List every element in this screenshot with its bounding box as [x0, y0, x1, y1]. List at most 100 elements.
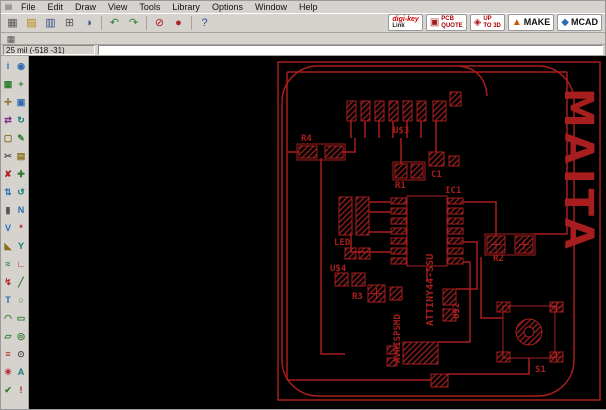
split-tool[interactable]: Y	[15, 238, 27, 253]
undo-icon[interactable]: ↶	[106, 14, 123, 31]
auto-tool[interactable]: A	[15, 364, 27, 379]
command-input[interactable]	[98, 44, 603, 55]
component-s1[interactable]: S1	[496, 301, 564, 375]
via-tool[interactable]: ◎	[15, 328, 27, 343]
trace[interactable]	[463, 201, 497, 236]
help-icon[interactable]: ?	[196, 14, 213, 31]
hole-tool[interactable]: ⊙	[15, 346, 27, 361]
trace[interactable]	[320, 157, 345, 355]
route-tool[interactable]: ∟	[15, 256, 27, 271]
menu-edit[interactable]: Edit	[43, 2, 69, 12]
trace[interactable]	[458, 65, 488, 97]
miter-tool[interactable]: ◣	[2, 238, 14, 253]
name-tool[interactable]: N	[15, 202, 27, 217]
label-c1[interactable]: C1	[431, 170, 442, 180]
label-r3[interactable]: R3	[352, 292, 363, 302]
delete-tool[interactable]: ✘	[2, 166, 14, 181]
trace[interactable]	[350, 120, 422, 138]
trace[interactable]	[448, 357, 530, 375]
ripup-tool[interactable]: ↯	[2, 274, 14, 289]
label-u3[interactable]: U$3	[393, 126, 409, 136]
signal-tool[interactable]: ≡	[2, 346, 14, 361]
label-u2[interactable]: U$2	[452, 303, 462, 319]
label-r4[interactable]: R4	[301, 134, 312, 144]
label-r2[interactable]: R2	[493, 254, 504, 264]
group-tool[interactable]: ▢	[2, 130, 14, 145]
menu-draw[interactable]: Draw	[70, 2, 101, 12]
component-avrisp[interactable]: AVRISPSMD	[386, 314, 449, 388]
component-c1[interactable]: C1	[428, 151, 460, 180]
save-icon[interactable]: ▥	[42, 14, 59, 31]
add-tool[interactable]: ✚	[15, 166, 27, 181]
label-avrisp[interactable]: AVRISPSMD	[393, 314, 403, 363]
component-r2[interactable]: R2	[484, 233, 536, 264]
menu-help[interactable]: Help	[294, 2, 323, 12]
show-tool[interactable]: ◉	[15, 58, 27, 73]
pinswap-tool[interactable]: ⇅	[2, 184, 14, 199]
move-tool[interactable]: ✛	[2, 94, 14, 109]
open-icon[interactable]: ▤	[23, 14, 40, 31]
component-u2[interactable]: U$2	[442, 288, 462, 322]
record-icon[interactable]: ●	[170, 14, 187, 31]
menu-options[interactable]: Options	[207, 2, 248, 12]
make-button[interactable]: ▲ MAKE	[507, 14, 555, 32]
component-r3[interactable]: R3	[352, 284, 403, 303]
stop-icon[interactable]: ⊘	[151, 14, 168, 31]
menu-file[interactable]: File	[16, 2, 41, 12]
up-to-3d-button[interactable]: ◈ UP TO 3D	[469, 14, 505, 32]
toolbar-separator	[146, 15, 147, 30]
paste-tool[interactable]: ▤	[15, 148, 27, 163]
menu-library[interactable]: Library	[167, 2, 205, 12]
value-tool[interactable]: V	[2, 220, 14, 235]
menu-tools[interactable]: Tools	[134, 2, 165, 12]
component-led[interactable]: LED	[334, 238, 371, 260]
polygon-tool[interactable]: ▱	[2, 328, 14, 343]
digikey-link-button[interactable]: digi-key Link	[388, 14, 423, 32]
label-r1[interactable]: R1	[395, 181, 406, 191]
arc-tool[interactable]: ◠	[2, 310, 14, 325]
pad-bar[interactable]	[355, 196, 370, 236]
component-u3[interactable]: U$3	[346, 91, 462, 136]
errors-tool[interactable]: !	[15, 382, 27, 397]
mcad-logo-icon: ◆	[561, 17, 569, 29]
replace-tool[interactable]: ↺	[15, 184, 27, 199]
label-ic1[interactable]: IC1	[445, 186, 461, 196]
mirror-tool[interactable]: ⇄	[2, 112, 14, 127]
board-brand-text[interactable]: MAITA	[555, 88, 601, 254]
lock-tool[interactable]: ▮	[2, 202, 14, 217]
component-r1[interactable]: R1	[392, 161, 426, 191]
board-canvas[interactable]: U$3 R4 R1 C1 IC1 ATTINY44-SSU LED U$4 R3…	[29, 55, 606, 409]
make-label: MAKE	[523, 17, 551, 28]
mcad-button[interactable]: ◆ MCAD	[557, 14, 602, 32]
label-s1[interactable]: S1	[535, 365, 546, 375]
info-tool[interactable]: i	[2, 58, 14, 73]
rect-tool[interactable]: ▭	[15, 310, 27, 325]
pad-bar[interactable]	[338, 196, 353, 236]
menu-window[interactable]: Window	[250, 2, 292, 12]
wire-tool[interactable]: ╱	[15, 274, 27, 289]
component-u4[interactable]: U$4	[330, 264, 366, 287]
grid-icon[interactable]: ▦	[4, 14, 21, 31]
circle-tool[interactable]: ○	[15, 292, 27, 307]
optimize-tool[interactable]: ≈	[2, 256, 14, 271]
display-tool[interactable]: ▦	[2, 76, 14, 91]
rotate-tool[interactable]: ↻	[15, 112, 27, 127]
label-attiny[interactable]: ATTINY44-SSU	[425, 254, 436, 326]
cam-icon[interactable]: ◑	[80, 14, 97, 31]
menu-view[interactable]: View	[103, 2, 132, 12]
mark-tool[interactable]: +	[15, 76, 27, 91]
redo-icon[interactable]: ↷	[125, 14, 142, 31]
ratsnest-tool[interactable]: ✳	[2, 364, 14, 379]
pcb-drawing[interactable]: U$3 R4 R1 C1 IC1 ATTINY44-SSU LED U$4 R3…	[29, 56, 606, 409]
text-tool[interactable]: T	[2, 292, 14, 307]
cut-tool[interactable]: ✂	[2, 148, 14, 163]
layer-grid-icon[interactable]: ▦	[4, 32, 18, 44]
change-tool[interactable]: ✎	[15, 130, 27, 145]
print-icon[interactable]: ⊞	[61, 14, 78, 31]
copy-tool[interactable]: ▣	[15, 94, 27, 109]
smash-tool[interactable]: *	[15, 220, 27, 235]
drc-tool[interactable]: ✔	[2, 382, 14, 397]
label-led[interactable]: LED	[334, 238, 351, 248]
component-r4[interactable]: R4	[296, 134, 346, 161]
pcb-quote-button[interactable]: ▣ PCB QUOTE	[425, 14, 467, 32]
